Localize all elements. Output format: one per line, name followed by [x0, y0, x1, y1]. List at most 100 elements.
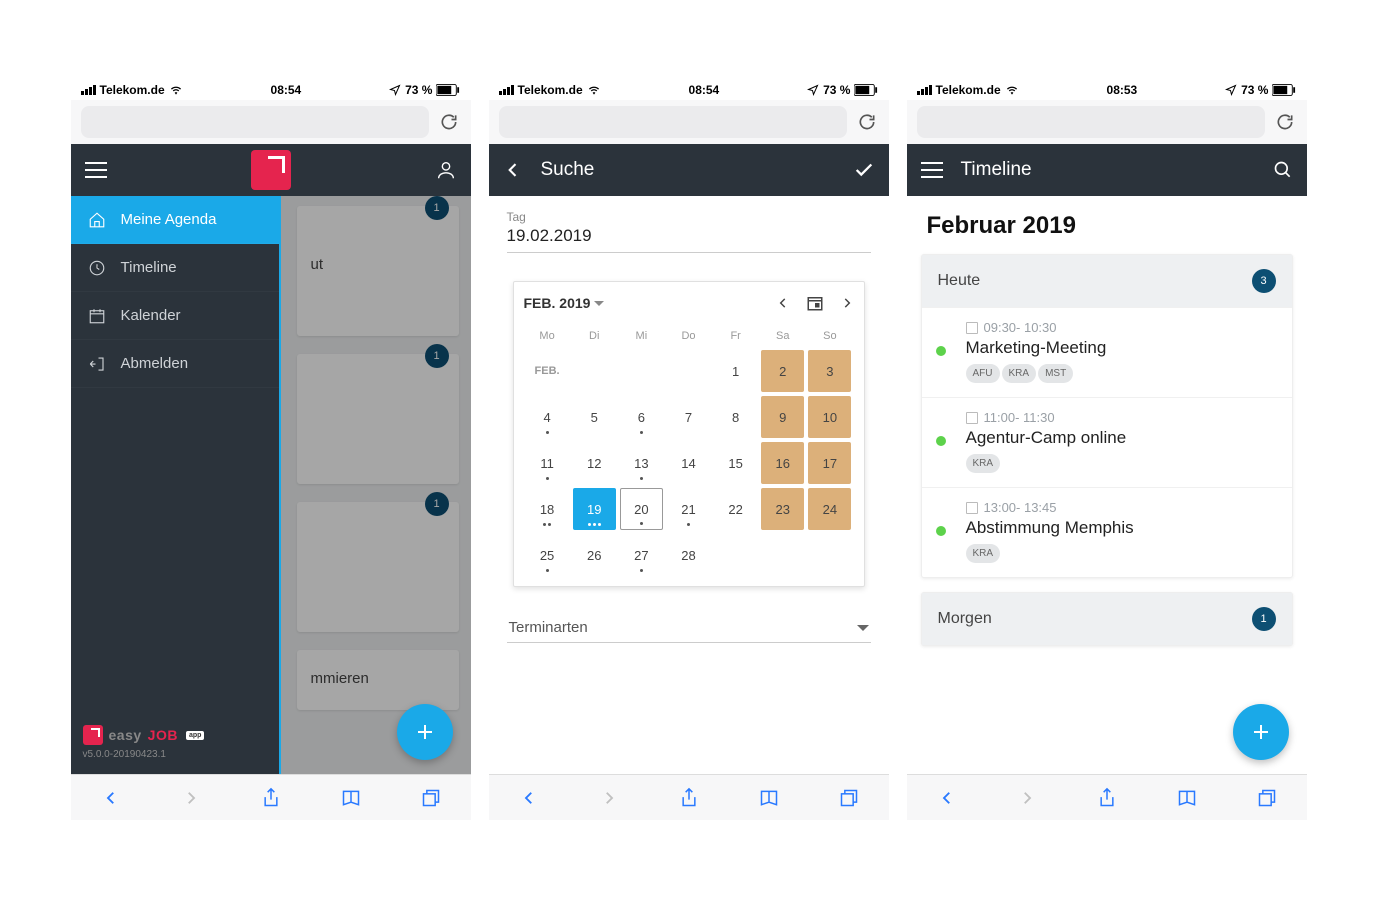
day-header[interactable]: Morgen 1	[922, 593, 1292, 645]
carrier-label: Telekom.de	[936, 83, 1001, 97]
carrier-label: Telekom.de	[100, 83, 165, 97]
bookmarks-button[interactable]	[1174, 785, 1200, 811]
calendar-day[interactable]: 27	[620, 534, 663, 576]
menu-button[interactable]	[85, 162, 107, 178]
calendar-day[interactable]: 1	[714, 350, 757, 392]
signal-icon	[81, 85, 96, 95]
calendar-icon	[966, 412, 978, 424]
calendar-day[interactable]: 10	[808, 396, 851, 438]
calendar-day[interactable]: 12	[573, 442, 616, 484]
date-field[interactable]: 19.02.2019	[507, 226, 871, 253]
event-tags: KRA	[966, 454, 1276, 473]
share-button[interactable]	[1094, 785, 1120, 811]
day-group-tomorrow: Morgen 1	[921, 592, 1293, 646]
url-field[interactable]	[81, 106, 429, 138]
calendar-day[interactable]: 25	[526, 534, 569, 576]
browser-toolbar	[907, 774, 1307, 820]
attendee-tag: KRA	[1002, 364, 1037, 383]
share-button[interactable]	[258, 785, 284, 811]
app-header: Timeline	[907, 144, 1307, 196]
calendar-day[interactable]: 7	[667, 396, 710, 438]
calendar-icon	[87, 307, 107, 325]
back-button[interactable]	[98, 785, 124, 811]
calendar-day[interactable]: 23	[761, 488, 804, 530]
calendar-day[interactable]: 4	[526, 396, 569, 438]
calendar-day[interactable]: 21	[667, 488, 710, 530]
share-button[interactable]	[676, 785, 702, 811]
tabs-button[interactable]	[836, 785, 862, 811]
calendar-day[interactable]: 16	[761, 442, 804, 484]
search-icon[interactable]	[1273, 160, 1293, 180]
calendar-day[interactable]: 3	[808, 350, 851, 392]
calendar-day[interactable]: 13	[620, 442, 663, 484]
tabs-button[interactable]	[418, 785, 444, 811]
header-title: Timeline	[961, 159, 1273, 181]
add-fab[interactable]	[1233, 704, 1289, 760]
calendar-day[interactable]: 14	[667, 442, 710, 484]
timeline-event[interactable]: 13:00- 13:45Abstimmung MemphisKRA	[922, 487, 1292, 577]
calendar-day[interactable]: 2	[761, 350, 804, 392]
calendar-day	[808, 534, 851, 576]
sidebar-item-timeline[interactable]: Timeline	[71, 244, 279, 292]
today-icon[interactable]	[806, 294, 824, 312]
month-selector[interactable]: FEB. 2019	[524, 295, 605, 311]
day-header[interactable]: Heute 3	[922, 255, 1292, 307]
calendar-dow: Do	[665, 324, 712, 348]
back-icon[interactable]	[503, 160, 523, 180]
event-type-dropdown[interactable]: Terminarten	[507, 609, 871, 643]
calendar-day[interactable]: 28	[667, 534, 710, 576]
forward-button[interactable]	[1014, 785, 1040, 811]
profile-icon[interactable]	[435, 159, 457, 181]
event-title: Agentur-Camp online	[966, 428, 1276, 448]
calendar-day[interactable]: 24	[808, 488, 851, 530]
reload-button[interactable]	[437, 110, 461, 134]
app-header: Suche	[489, 144, 889, 196]
reload-button[interactable]	[855, 110, 879, 134]
battery-label: 73 %	[1241, 83, 1268, 97]
sidebar-item-logout[interactable]: Abmelden	[71, 340, 279, 388]
calendar-day[interactable]: 18	[526, 488, 569, 530]
menu-button[interactable]	[921, 162, 943, 178]
timeline-event[interactable]: 11:00- 11:30Agentur-Camp onlineKRA	[922, 397, 1292, 487]
reload-button[interactable]	[1273, 110, 1297, 134]
url-field[interactable]	[499, 106, 847, 138]
timeline-event[interactable]: 09:30- 10:30Marketing-MeetingAFUKRAMST	[922, 307, 1292, 397]
sidebar-item-calendar[interactable]: Kalender	[71, 292, 279, 340]
calendar-dow: Sa	[759, 324, 806, 348]
calendar-day[interactable]: 19	[573, 488, 616, 530]
tabs-button[interactable]	[1254, 785, 1280, 811]
calendar-day[interactable]: 5	[573, 396, 616, 438]
battery-label: 73 %	[823, 83, 850, 97]
forward-button[interactable]	[596, 785, 622, 811]
calendar-day[interactable]: 15	[714, 442, 757, 484]
phone-agenda: Telekom.de 08:54 73 % 1ut 1 1 mmieren	[71, 80, 471, 820]
calendar-day[interactable]: 6	[620, 396, 663, 438]
field-label: Tag	[507, 210, 871, 224]
calendar-day[interactable]: 26	[573, 534, 616, 576]
calendar-day[interactable]: 9	[761, 396, 804, 438]
prev-month-button[interactable]	[776, 296, 790, 310]
calendar-icon	[966, 322, 978, 334]
calendar-day[interactable]: 8	[714, 396, 757, 438]
calendar-day[interactable]: 11	[526, 442, 569, 484]
sidebar-item-agenda[interactable]: Meine Agenda	[71, 196, 279, 244]
add-fab[interactable]	[397, 704, 453, 760]
calendar-day[interactable]: 17	[808, 442, 851, 484]
battery-label: 73 %	[405, 83, 432, 97]
browser-url-bar	[489, 100, 889, 144]
confirm-icon[interactable]	[853, 159, 875, 181]
clock-icon	[87, 259, 107, 277]
header-title: Suche	[541, 159, 853, 181]
bookmarks-button[interactable]	[756, 785, 782, 811]
calendar-day	[667, 350, 710, 392]
back-button[interactable]	[934, 785, 960, 811]
calendar-dow: Di	[571, 324, 618, 348]
next-month-button[interactable]	[840, 296, 854, 310]
calendar-day[interactable]: 20	[620, 488, 663, 530]
forward-button[interactable]	[178, 785, 204, 811]
url-field[interactable]	[917, 106, 1265, 138]
bookmarks-button[interactable]	[338, 785, 364, 811]
day-group-today: Heute 3 09:30- 10:30Marketing-MeetingAFU…	[921, 254, 1293, 578]
back-button[interactable]	[516, 785, 542, 811]
calendar-day[interactable]: 22	[714, 488, 757, 530]
